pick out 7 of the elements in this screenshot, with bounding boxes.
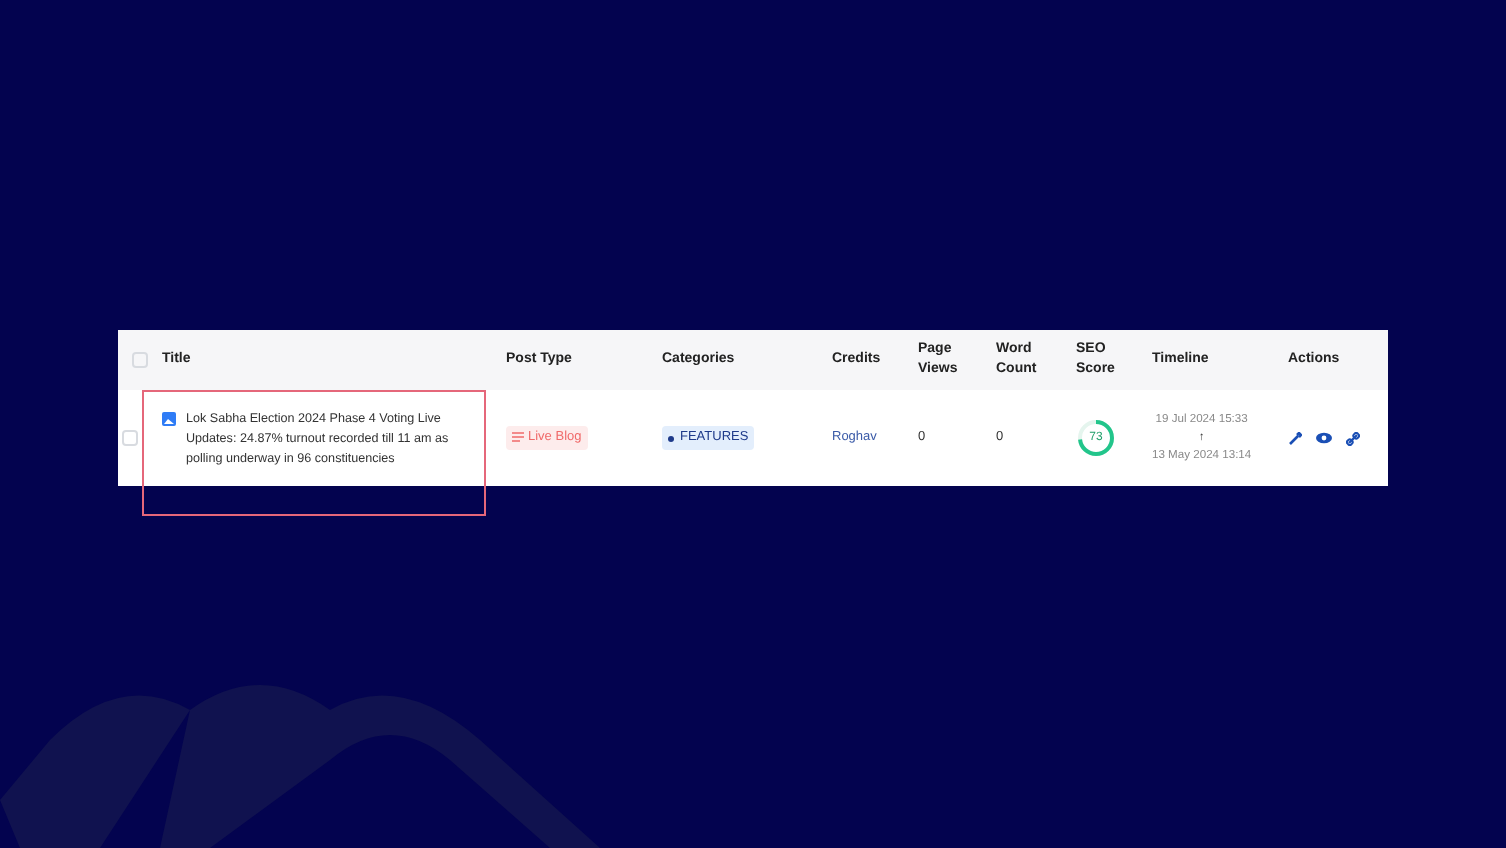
row-checkbox[interactable] [122,430,138,446]
edit-icon[interactable] [1288,431,1302,445]
eye-icon[interactable] [1316,432,1332,444]
image-icon [162,412,176,426]
row-checkbox[interactable] [132,352,148,368]
list-icon [512,432,524,443]
link-icon[interactable] [1346,431,1360,445]
